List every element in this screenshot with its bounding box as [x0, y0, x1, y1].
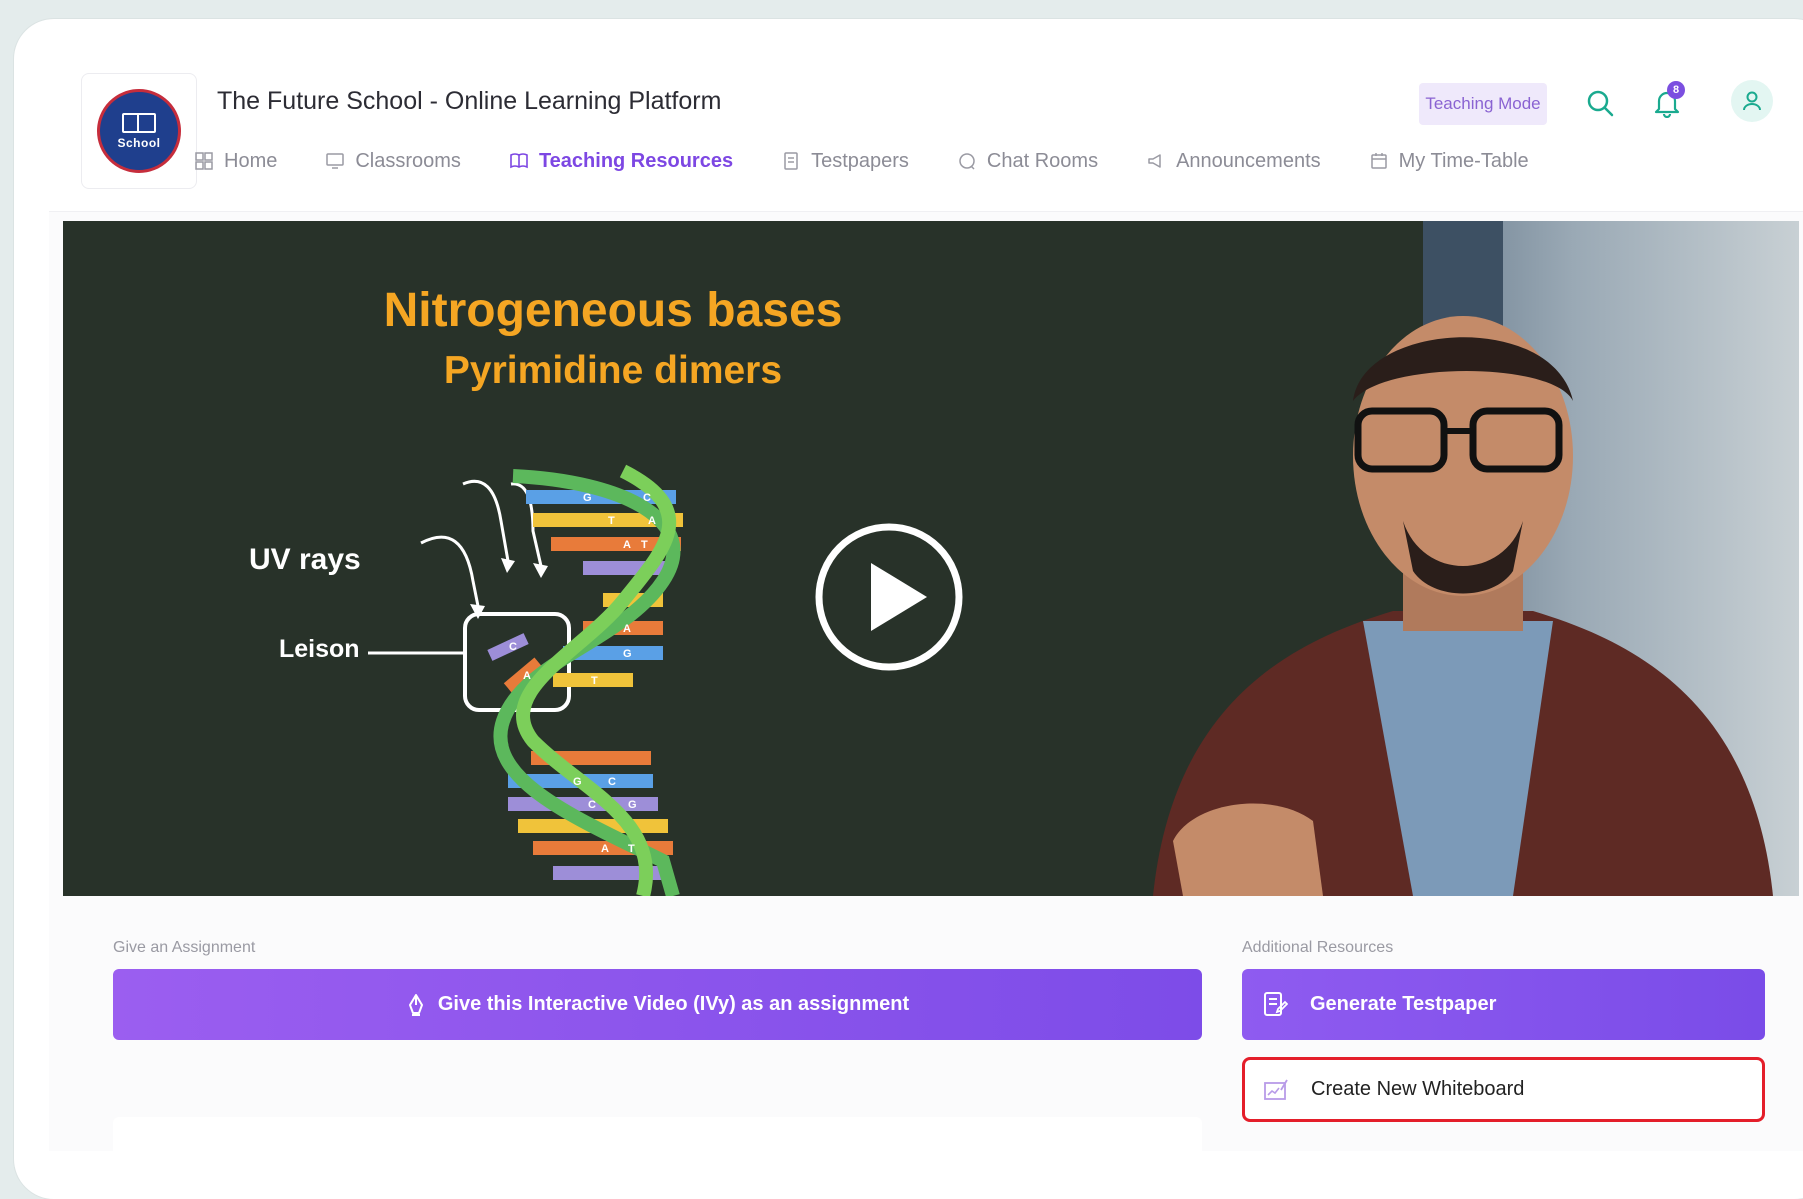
- nav-label-testpapers: Testpapers: [811, 149, 909, 172]
- logo-text: School: [117, 135, 161, 150]
- dna-base-letter: G: [583, 492, 592, 504]
- dna-base-letter: C: [509, 641, 517, 653]
- app-window: School The Future School - Online Learni…: [49, 51, 1803, 1157]
- megaphone-icon: [1148, 154, 1161, 168]
- nav-label-teaching-resources: Teaching Resources: [538, 149, 734, 172]
- calendar-icon: [1370, 153, 1387, 169]
- whiteboard-icon: [1264, 1079, 1288, 1100]
- assignment-panel: [113, 1117, 1202, 1157]
- app-title: The Future School - Online Learning Plat…: [217, 87, 722, 115]
- create-whiteboard-label: Create New Whiteboard: [1311, 1078, 1525, 1100]
- generate-testpaper-label: Generate Testpaper: [1310, 993, 1497, 1015]
- nav-item-home[interactable]: Home: [194, 143, 277, 179]
- nav-item-testpapers[interactable]: Testpapers: [781, 143, 909, 179]
- teaching-mode-badge[interactable]: Teaching Mode: [1419, 83, 1547, 125]
- dna-base-letter: A: [523, 670, 531, 682]
- play-icon[interactable]: [813, 521, 965, 673]
- resources-section-label: Additional Resources: [1242, 939, 1394, 956]
- dna-base-letter: G: [623, 648, 632, 660]
- school-logo[interactable]: School: [81, 73, 197, 189]
- nav-item-announcements[interactable]: Announcements: [1146, 143, 1321, 179]
- dna-base-letter: A: [648, 515, 656, 527]
- top-header: School The Future School - Online Learni…: [49, 51, 1803, 212]
- dna-diagram: G C T A A T A G C A T G C C G A T: [368, 464, 683, 896]
- assignment-section-label: Give an Assignment: [113, 939, 256, 956]
- dna-base-letter: T: [641, 539, 648, 551]
- app-frame: School The Future School - Online Learni…: [14, 19, 1803, 1199]
- nav-label-home: Home: [224, 149, 278, 172]
- dna-base-letter: A: [623, 539, 631, 551]
- nav-label-classrooms: Classrooms: [355, 149, 461, 172]
- dna-base-letter: T: [591, 675, 598, 687]
- dna-base-letter: A: [601, 843, 609, 855]
- grid-icon: [195, 152, 213, 170]
- search-icon[interactable]: [1582, 85, 1618, 121]
- dna-base-letter: C: [643, 492, 651, 504]
- dna-base-letter: G: [628, 799, 637, 811]
- nav-label-time-table: My Time-Table: [1398, 149, 1529, 172]
- dna-base-letter: C: [588, 799, 596, 811]
- nav-item-time-table[interactable]: My Time-Table: [1369, 143, 1529, 179]
- notification-bell-icon[interactable]: 8: [1649, 81, 1685, 121]
- dna-base-letter: T: [628, 843, 635, 855]
- dna-base-letter: T: [608, 515, 615, 527]
- book-icon: [510, 153, 528, 169]
- dna-base-letter: G: [573, 776, 582, 788]
- nav-label-chat-rooms: Chat Rooms: [986, 149, 1099, 172]
- interactive-video-player[interactable]: Nitrogeneous bases Pyrimidine dimers UV …: [63, 221, 1799, 896]
- notification-count-badge: 8: [1667, 81, 1685, 99]
- user-icon: [1743, 91, 1761, 111]
- document-icon: [784, 152, 798, 170]
- main-nav: Home Classrooms Teaching Resources Testp…: [194, 143, 1577, 179]
- nav-label-announcements: Announcements: [1176, 149, 1321, 172]
- nav-item-chat-rooms[interactable]: Chat Rooms: [957, 143, 1098, 179]
- nav-item-teaching-resources[interactable]: Teaching Resources: [509, 143, 733, 179]
- pen-nib-icon: [408, 993, 423, 1016]
- testpaper-icon: [1264, 991, 1288, 1016]
- give-assignment-label: Give this Interactive Video (IVy) as an …: [437, 993, 910, 1015]
- presenter-image: [1153, 316, 1773, 896]
- monitor-icon: [326, 153, 345, 169]
- chat-icon: [959, 153, 975, 170]
- nav-item-classrooms[interactable]: Classrooms: [325, 143, 461, 179]
- give-assignment-button[interactable]: Give this Interactive Video (IVy) as an …: [113, 969, 1202, 1040]
- dna-base-letter: C: [608, 776, 616, 788]
- create-whiteboard-button[interactable]: Create New Whiteboard: [1242, 1057, 1765, 1122]
- generate-testpaper-button[interactable]: Generate Testpaper: [1242, 969, 1765, 1040]
- logo-emblem: School: [97, 89, 181, 173]
- dna-base-letter: A: [623, 623, 631, 635]
- user-avatar[interactable]: [1731, 80, 1773, 122]
- book-icon: [122, 112, 156, 133]
